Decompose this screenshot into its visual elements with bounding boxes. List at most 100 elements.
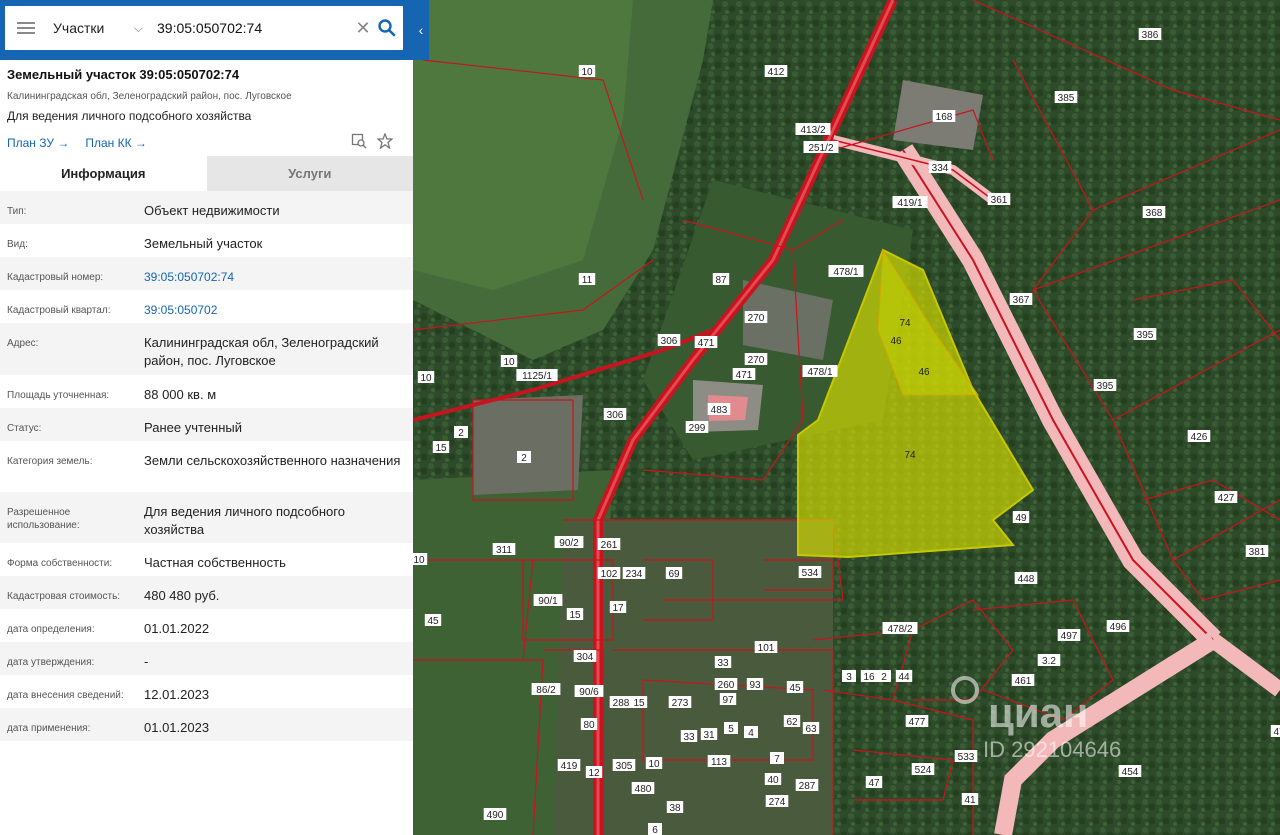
parcel-number-label: 90/1 [533, 594, 563, 607]
watermark-text: циан [988, 689, 1088, 736]
parcel-number-text: 74 [899, 318, 911, 329]
info-row: Разрешенное использование: Для ведения ли… [0, 492, 413, 543]
map-view[interactable]: 386 10 412 385 168 413/2 251/2 334 361 419/1 368 47… [413, 0, 1280, 835]
parcel-number-label: 15 [432, 441, 450, 454]
parcel-number-label: 483 [707, 403, 731, 416]
parcel-number-label: 15 [630, 696, 648, 709]
parcel-number-label: 41 [961, 793, 979, 806]
clear-icon[interactable]: ✕ [355, 18, 371, 39]
info-value-link[interactable]: 39:05:050702 [144, 290, 406, 323]
info-key: Кадастровый номер: [7, 272, 104, 283]
search-box: Участки ⌵ ✕ [5, 6, 403, 50]
parcel-number-label: 11 [578, 273, 596, 286]
plan-zu-link[interactable]: План ЗУ → [7, 136, 69, 150]
parcel-number-label: 533 [954, 750, 978, 763]
parcel-number-text: 395 [1137, 330, 1154, 341]
info-value: 01.01.2023 [144, 720, 210, 735]
parcel-number-label: 299 [685, 421, 709, 434]
map-canvas[interactable]: 38610 412385168413/2251/2334361419/136847… [413, 0, 1280, 835]
parcel-number-label: 46 [918, 367, 930, 378]
parcel-number-text: 4 [748, 728, 754, 739]
parcel-number-text: 448 [1018, 574, 1035, 585]
parcel-number-text: 261 [601, 540, 618, 551]
parcel-number-label: 287 [795, 779, 819, 792]
parcel-number-text: 33 [683, 732, 695, 743]
parcel-number-text: 306 [661, 336, 678, 347]
parcel-number-text: 113 [711, 757, 727, 768]
info-key: дата внесения сведений: [7, 690, 124, 701]
parcel-number-text: 497 [1061, 631, 1078, 642]
chevron-down-icon: ⌵ [133, 20, 143, 35]
tab-info[interactable]: Информация [0, 156, 207, 191]
parcel-number-text: 6 [652, 825, 658, 835]
parcel-number-text: 10 [420, 373, 432, 384]
plan-kk-link[interactable]: План КК → [85, 136, 147, 150]
favorite-star-icon[interactable] [376, 132, 394, 152]
parcel-number-label: 93 [746, 678, 764, 691]
parcel-number-label: 395 [1133, 328, 1157, 341]
parcel-number-text: 15 [569, 610, 581, 621]
layer-select[interactable]: Участки ⌵ [53, 20, 143, 36]
parcel-number-text: 454 [1122, 767, 1139, 778]
parcel-number-text: 386 [1142, 30, 1159, 41]
info-row: Площадь уточненная: 88 000 кв. м [0, 375, 413, 408]
info-value-link[interactable]: 39:05:050702:74 [144, 257, 406, 290]
parcel-number-label: 80 [580, 718, 598, 731]
parcel-number-text: 38 [669, 803, 681, 814]
parcel-number-text: 3 [846, 672, 852, 683]
info-row: Форма собственности: Частная собственност… [0, 543, 413, 576]
info-value: 88 000 кв. м [144, 387, 217, 402]
parcel-number-label: 261 [597, 538, 621, 551]
parcel-number-label: 304 [573, 650, 597, 663]
info-value: 480 480 руб. [144, 588, 220, 603]
parcel-number-label: 3.2 [1037, 654, 1061, 667]
info-row: Категория земель: Земли сельскохозяйствен… [0, 441, 413, 492]
parcel-number-label: 480 [631, 782, 655, 795]
parcel-number-text: 12 [588, 768, 600, 779]
parcel-number-text: 7 [774, 754, 780, 765]
parcel-number-label: 274 [765, 795, 789, 808]
parcel-number-label: 86/2 [531, 683, 561, 696]
parcel-number-label: 12 [585, 766, 603, 779]
parcel-number-text: 63 [805, 724, 817, 735]
parcel-number-label: 260 [714, 678, 738, 691]
parcel-number-label: 385 [1054, 91, 1078, 104]
parcel-number-text: 270 [748, 355, 765, 366]
info-row: Вид: Земельный участок [0, 224, 413, 257]
tab-services[interactable]: Услуги [206, 156, 413, 191]
parcel-number-text: 97 [722, 695, 734, 706]
parcel-links: План ЗУ → План КК → [7, 132, 407, 152]
parcel-number-label: 361 [987, 193, 1011, 206]
parcel-number-text: 74 [904, 450, 916, 461]
collapse-panel-button[interactable]: ‹ [413, 0, 429, 60]
parcel-number-label: 478/2 [882, 622, 918, 635]
parcel-number-text: 93 [749, 680, 761, 691]
info-key: Кадастровый квартал: [7, 305, 111, 316]
parcel-number-text: 10 [413, 555, 425, 566]
parcel-number-text: 69 [668, 569, 680, 580]
parcel-number-text: 44 [898, 672, 910, 683]
parcel-header: Земельный участок 39:05:050702:74 Калини… [7, 67, 407, 152]
search-icon[interactable] [377, 18, 397, 38]
parcel-number-label: 234 [622, 567, 646, 580]
parcel-number-label: 497 [1057, 629, 1081, 642]
info-row: Кадастровая стоимость: 480 480 руб. [0, 576, 413, 609]
parcel-number-label: 427 [1214, 491, 1238, 504]
parcel-number-label: 49 [1012, 511, 1030, 524]
info-row: дата утверждения: - [0, 642, 413, 675]
parcel-number-text: 2 [458, 428, 464, 439]
parcel-number-text: 40 [767, 775, 779, 786]
parcel-number-label: 44 [895, 670, 913, 683]
parcel-number-text: 10 [648, 759, 660, 770]
parcel-number-label: 7 [770, 752, 784, 765]
parcel-number-text: 90/6 [579, 687, 599, 698]
parcel-number-text: 260 [718, 680, 735, 691]
parcel-number-label: 490 [483, 808, 507, 821]
search-input[interactable] [157, 20, 347, 36]
info-value: Калининградская обл, Зеленоградский райо… [144, 335, 379, 368]
chevron-left-icon: ‹ [418, 22, 424, 38]
zoom-to-parcel-icon[interactable] [351, 133, 367, 152]
parcel-number-label: 1125/1 [516, 369, 558, 382]
parcel-number-label: 6 [648, 823, 662, 835]
hamburger-menu-icon[interactable] [17, 22, 35, 34]
